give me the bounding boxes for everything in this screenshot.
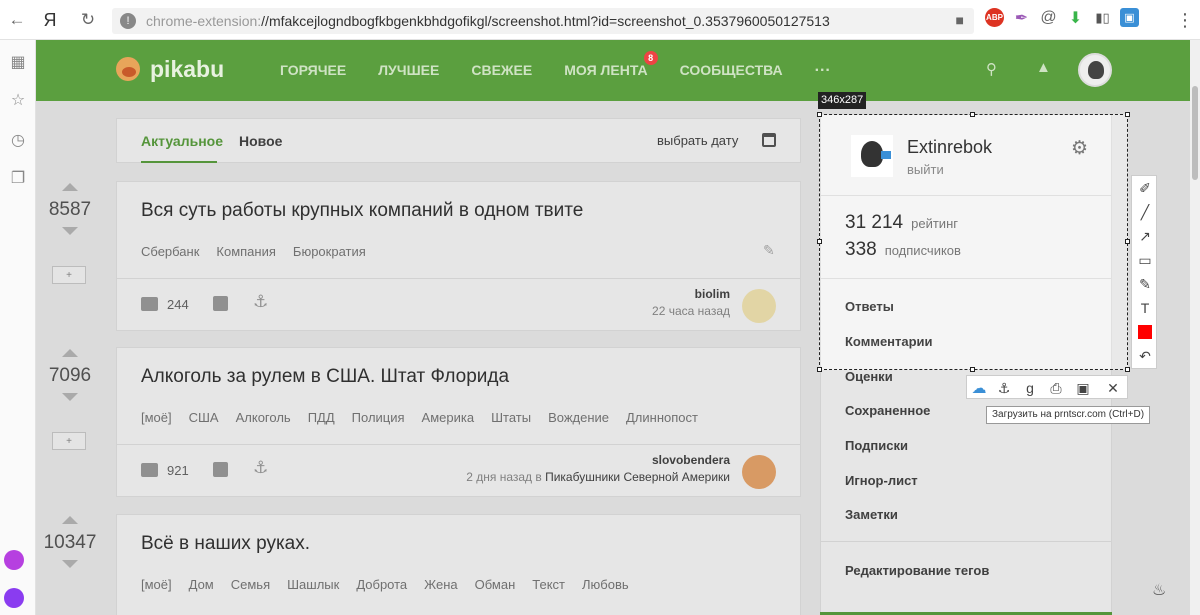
back-arrow-icon[interactable]: ← xyxy=(2,5,32,35)
page-scrollbar[interactable] xyxy=(1190,40,1200,615)
adblock-plus-icon[interactable]: ABP xyxy=(985,8,1004,27)
feather-extension-icon[interactable]: ✒ xyxy=(1012,8,1031,27)
url-scheme: chrome-extension: xyxy=(146,13,262,29)
resize-handle[interactable] xyxy=(817,112,822,117)
nav-fresh[interactable]: СВЕЖЕЕ xyxy=(471,62,532,80)
site-logo[interactable]: pikabu xyxy=(150,56,224,83)
color-picker[interactable] xyxy=(1138,325,1152,339)
url-path: //mfakcejlogndbogfkbgenkbhdgofikgl/scree… xyxy=(261,13,830,29)
nav-hot[interactable]: ГОРЯЧЕЕ xyxy=(280,62,346,80)
resize-handle[interactable] xyxy=(817,239,822,244)
notification-bell-icon[interactable]: ▲ xyxy=(1036,59,1051,76)
print-icon[interactable]: ⎙ xyxy=(1047,379,1065,397)
scrollbar-thumb[interactable] xyxy=(1192,86,1198,180)
pikabu-logo-icon[interactable] xyxy=(116,57,140,81)
feed-count-badge: 8 xyxy=(643,51,658,65)
screenshot-extension-icon[interactable]: ▣ xyxy=(1120,8,1139,27)
resize-handle[interactable] xyxy=(1125,367,1130,372)
collections-icon[interactable]: ❐ xyxy=(4,164,32,192)
nav-my-feed-label: МОЯ ЛЕНТА xyxy=(564,62,648,78)
resize-handle[interactable] xyxy=(817,367,822,372)
browser-toolbar: ← Я ↻ ! chrome-extension://mfakcejlogndb… xyxy=(0,0,1200,40)
line-icon[interactable]: ╱ xyxy=(1137,204,1153,220)
extension-icons: ABP ✒ @ ⬇ ▮▯ ▣ xyxy=(985,8,1139,27)
site-header: pikabu ГОРЯЧЕЕ ЛУЧШЕЕ СВЕЖЕЕ МОЯ ЛЕНТА 8 … xyxy=(36,40,1190,101)
yandex-logo-icon[interactable]: Я xyxy=(35,5,65,35)
nav-communities[interactable]: СООБЩЕСТВА xyxy=(680,62,783,80)
arrow-icon[interactable]: ↗ xyxy=(1137,228,1153,244)
main-nav: ГОРЯЧЕЕ ЛУЧШЕЕ СВЕЖЕЕ МОЯ ЛЕНТА 8 СООБЩЕС… xyxy=(280,51,831,80)
app-launcher-icon[interactable] xyxy=(4,550,24,570)
save-floppy-icon[interactable]: ▣ xyxy=(1074,379,1092,397)
share-icon[interactable]: ⚓ xyxy=(995,379,1013,397)
battery-extension-icon[interactable]: ▮▯ xyxy=(1093,8,1112,27)
rectangle-icon[interactable]: ▭ xyxy=(1137,252,1153,268)
star-icon[interactable]: ☆ xyxy=(4,86,32,114)
nav-my-feed[interactable]: МОЯ ЛЕНТА 8 xyxy=(564,51,658,80)
text-icon[interactable]: T xyxy=(1137,300,1153,316)
resize-handle[interactable] xyxy=(1125,112,1130,117)
nav-best[interactable]: ЛУЧШЕЕ xyxy=(378,62,439,80)
marker-icon[interactable]: ✎ xyxy=(1137,276,1153,292)
search-icon[interactable]: ⚲ xyxy=(986,60,997,78)
capture-action-toolbar: ☁ ⚓ g ⎙ ▣ ✕ xyxy=(966,375,1128,399)
at-sign-extension-icon[interactable]: @ xyxy=(1039,8,1058,27)
cloud-upload-icon[interactable]: ☁ xyxy=(970,379,988,397)
google-search-icon[interactable]: g xyxy=(1021,379,1039,397)
history-clock-icon[interactable]: ◷ xyxy=(4,126,32,154)
reload-icon[interactable]: ↻ xyxy=(73,5,103,35)
bookmark-icon[interactable]: ■ xyxy=(956,12,964,28)
browser-menu-icon[interactable]: ⋮ xyxy=(1176,10,1194,31)
resize-handle[interactable] xyxy=(970,112,975,117)
close-icon[interactable]: ✕ xyxy=(1104,379,1122,397)
capture-dim-left xyxy=(36,101,819,615)
drawing-toolbar: ✐ ╱ ↗ ▭ ✎ T ↶ xyxy=(1131,175,1157,369)
site-info-icon[interactable]: ! xyxy=(120,13,136,29)
resize-handle[interactable] xyxy=(970,367,975,372)
resize-handle[interactable] xyxy=(1125,239,1130,244)
address-bar[interactable]: ! chrome-extension://mfakcejlogndbogfkbg… xyxy=(112,8,974,34)
capture-selection[interactable] xyxy=(817,112,1130,372)
download-extension-icon[interactable]: ⬇ xyxy=(1066,8,1085,27)
avatar[interactable] xyxy=(1078,53,1112,87)
undo-icon[interactable]: ↶ xyxy=(1137,348,1153,364)
upload-tooltip: Загрузить на prntscr.com (Ctrl+D) xyxy=(986,406,1151,424)
more-menu-icon[interactable]: ··· xyxy=(815,62,831,80)
alice-assistant-icon[interactable] xyxy=(4,588,24,608)
pen-icon[interactable]: ✐ xyxy=(1137,180,1153,196)
selection-size-label: 346x287 xyxy=(818,92,867,109)
browser-sidebar: ▦ ☆ ◷ ❐ xyxy=(0,40,36,615)
grid-apps-icon[interactable]: ▦ xyxy=(4,48,32,76)
